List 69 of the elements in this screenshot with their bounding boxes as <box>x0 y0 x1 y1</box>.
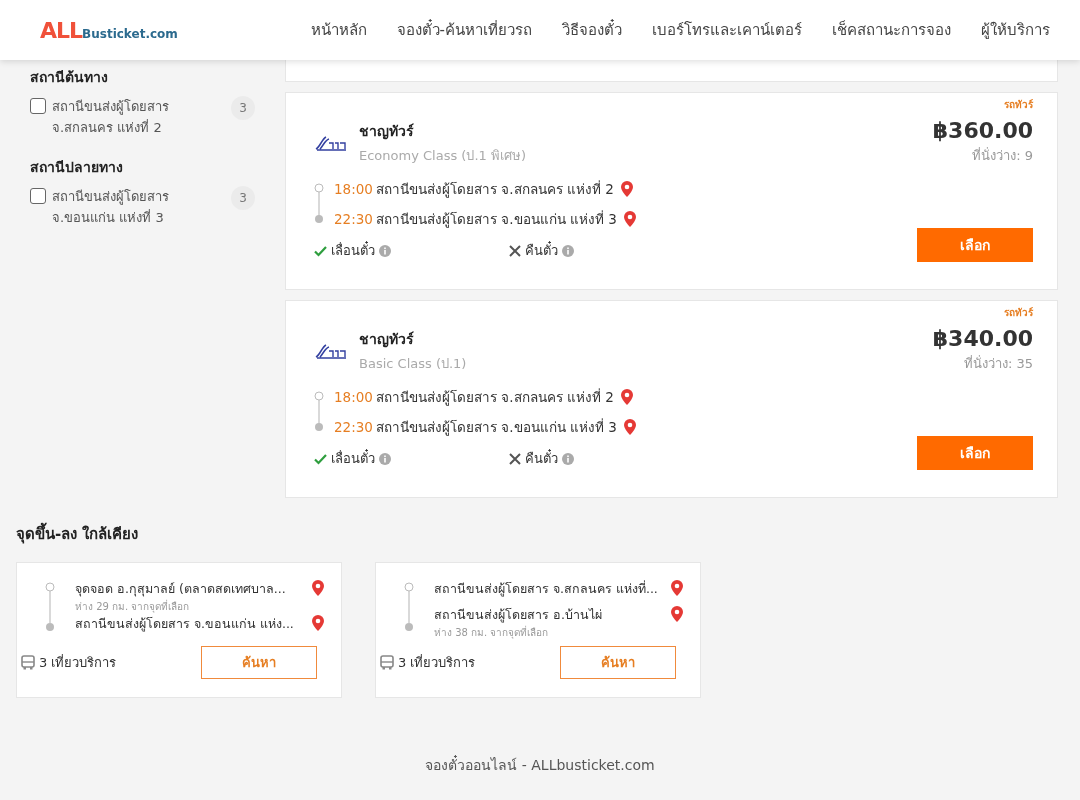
operator-name: ชาญทัวร์ <box>359 122 415 142</box>
info-icon[interactable] <box>562 452 574 465</box>
check-icon <box>314 244 327 257</box>
station-name: สถานีขนส่งผู้โดยสาร จ.ขอนแก่น แห่งที่ 3 <box>376 417 617 438</box>
site-logo[interactable]: ALLBusticket.com <box>40 17 178 43</box>
count-badge: 3 <box>231 96 255 120</box>
filter-heading: สถานีปลายทาง <box>30 158 124 177</box>
map-pin-icon <box>311 579 325 598</box>
nav-link[interactable]: เบอร์โทรและเคาน์เตอร์ <box>652 18 802 42</box>
map-pin-icon <box>622 417 637 437</box>
bus-icon <box>380 655 394 670</box>
bus-type-tag: รถทัวร์ <box>1004 97 1033 112</box>
filter-heading: สถานีต้นทาง <box>30 68 109 87</box>
trip-count: 3 เที่ยวบริการ <box>398 653 476 672</box>
filter-label[interactable]: สถานีขนส่งผู้โดยสาร จ.สกลนคร แห่งที่ 2 <box>52 96 217 138</box>
nav-link[interactable]: เช็คสถานะการจอง <box>832 18 951 42</box>
policy-label: เลื่อนตั๋ว <box>331 240 375 260</box>
checkbox[interactable] <box>30 98 46 114</box>
info-icon[interactable] <box>379 452 391 465</box>
map-pin-icon <box>622 209 637 229</box>
map-pin-icon <box>670 605 684 624</box>
map-pin-icon <box>311 614 325 633</box>
policy-label: เลื่อนตั๋ว <box>331 448 375 468</box>
station-name: สถานีขนส่งผู้โดยสาร จ.สกลนคร แห่งที่ 2 <box>376 387 614 408</box>
departure-time: 22:30 <box>334 211 370 227</box>
ticket-price: ฿360.00 <box>932 118 1033 143</box>
trip-count: 3 เที่ยวบริการ <box>39 653 117 672</box>
nav-link[interactable]: ผู้ให้บริการ <box>981 18 1050 42</box>
close-icon <box>509 452 521 465</box>
stop-name: สถานีขนส่งผู้โดยสาร จ.ขอนแก่น แห่ง... <box>75 615 294 634</box>
stop-name: จุดจอด อ.กุสุมาลย์ (ตลาดสดเทศบาล... <box>75 580 286 599</box>
bus-class: Economy Class (ป.1 พิเศษ) <box>359 147 526 165</box>
map-pin-icon <box>619 387 634 407</box>
checkbox[interactable] <box>30 188 46 204</box>
route-line-drawing <box>404 579 414 633</box>
check-icon <box>314 452 327 465</box>
nav-link[interactable]: จองตั๋ว-ค้นหาเที่ยวรถ <box>396 18 532 42</box>
count-badge: 3 <box>231 186 255 210</box>
policy-label: คืนตั๋ว <box>525 448 558 468</box>
distance-note: ห่าง 29 กม. จากจุดที่เลือก <box>75 599 191 614</box>
info-icon[interactable] <box>562 244 574 257</box>
section-heading: จุดขึ้น-ลง ใกล้เคียง <box>16 522 1064 546</box>
policy-label: คืนตั๋ว <box>525 240 558 260</box>
bus-company-logo <box>314 341 347 361</box>
seats-available: ที่นั่งว่าง: 9 <box>972 146 1033 165</box>
stop-name: สถานีขนส่งผู้โดยสาร จ.สกลนคร แห่งที่... <box>434 579 658 599</box>
departure-time: 18:00 <box>334 181 370 197</box>
distance-note: ห่าง 38 กม. จากจุดที่เลือก <box>434 625 550 640</box>
close-icon <box>509 244 521 257</box>
operator-name: ชาญทัวร์ <box>359 330 415 350</box>
departure-time: 22:30 <box>334 419 370 435</box>
filter-label[interactable]: สถานีขนส่งผู้โดยสาร จ.ขอนแก่น แห่งที่ 3 <box>52 186 217 228</box>
nav-link[interactable]: วิธีจองตั๋ว <box>562 18 622 42</box>
ticket-price: ฿340.00 <box>932 326 1033 351</box>
route-line-drawing <box>45 579 55 633</box>
footer-text: จองตั๋วออนไลน์ - ALLbusticket.com <box>425 757 655 773</box>
bus-company-logo <box>314 133 347 153</box>
seats-available: ที่นั่งว่าง: 35 <box>963 354 1033 373</box>
bus-icon <box>21 655 35 670</box>
map-pin-icon <box>670 579 684 598</box>
departure-time: 18:00 <box>334 389 370 405</box>
station-name: สถานีขนส่งผู้โดยสาร จ.ขอนแก่น แห่งที่ 3 <box>376 209 617 230</box>
info-icon[interactable] <box>379 244 391 257</box>
map-pin-icon <box>619 179 634 199</box>
bus-type-tag: รถทัวร์ <box>1004 305 1033 320</box>
station-name: สถานีขนส่งผู้โดยสาร จ.สกลนคร แห่งที่ 2 <box>376 179 614 200</box>
nav-link[interactable]: หน้าหลัก <box>310 18 367 42</box>
stop-name: สถานีขนส่งผู้โดยสาร อ.บ้านไผ่ <box>434 606 602 625</box>
bus-class: Basic Class (ป.1) <box>359 355 467 373</box>
